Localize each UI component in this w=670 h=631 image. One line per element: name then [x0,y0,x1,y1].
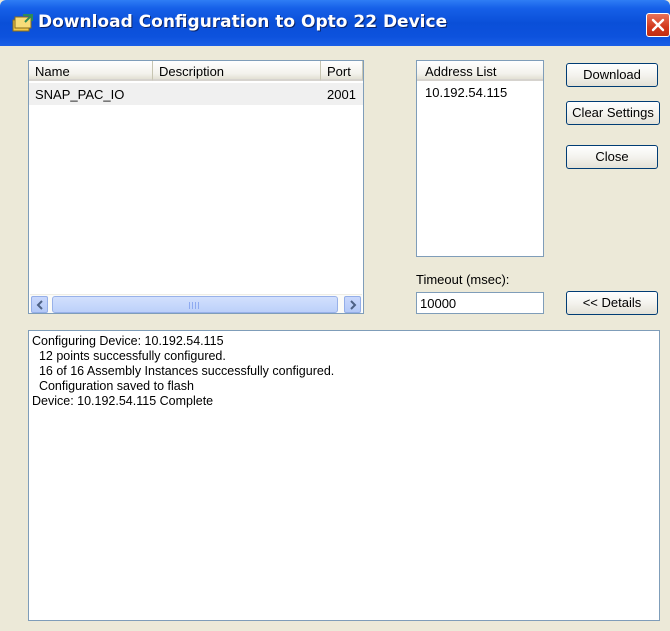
address-list[interactable]: Address List 10.192.54.115 [416,60,544,257]
device-list-header: Name Description Port [29,61,363,81]
close-x-icon [651,18,665,32]
close-window-button[interactable] [646,13,670,37]
horizontal-scrollbar[interactable] [30,294,362,313]
device-name-cell: SNAP_PAC_IO [35,87,125,102]
column-header-description[interactable]: Description [153,61,321,81]
details-toggle-button[interactable]: << Details [566,291,658,315]
status-log[interactable]: Configuring Device: 10.192.54.115 12 poi… [28,330,660,621]
window-title: Download Configuration to Opto 22 Device [38,12,448,32]
column-header-name[interactable]: Name [29,61,153,81]
download-button[interactable]: Download [566,63,658,87]
scroll-thumb[interactable] [52,296,338,313]
scroll-right-button[interactable] [344,296,361,313]
device-port-cell: 2001 [327,87,356,102]
log-line: Device: 10.192.54.115 Complete [32,394,214,408]
timeout-input[interactable]: 10000 [416,292,544,314]
download-config-dialog: Download Configuration to Opto 22 Device… [0,0,670,631]
column-header-port[interactable]: Port [321,61,363,81]
opto-config-icon [12,14,34,32]
scroll-grip-icon [189,302,201,309]
timeout-label: Timeout (msec): [416,272,510,287]
close-button[interactable]: Close [566,145,658,169]
title-bar[interactable]: Download Configuration to Opto 22 Device [0,0,670,46]
arrow-right-icon [350,300,357,310]
log-line: 12 points successfully configured. [32,349,226,363]
scroll-left-button[interactable] [31,296,48,313]
log-line: Configuration saved to flash [32,379,194,393]
arrow-left-icon [36,300,43,310]
address-list-item[interactable]: 10.192.54.115 [425,85,507,100]
address-list-header[interactable]: Address List [417,61,543,81]
clear-settings-button[interactable]: Clear Settings [566,101,660,125]
device-list[interactable]: Name Description Port SNAP_PAC_IO 2001 [28,60,364,314]
device-row[interactable]: SNAP_PAC_IO 2001 [29,83,363,105]
log-line: 16 of 16 Assembly Instances successfully… [32,364,335,378]
log-line: Configuring Device: 10.192.54.115 [32,334,224,348]
